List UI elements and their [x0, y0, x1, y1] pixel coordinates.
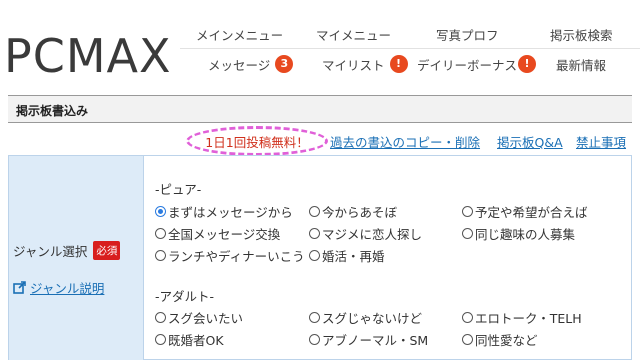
- nav-messages-label: メッセージ: [208, 57, 271, 73]
- option-label: 同性愛など: [475, 333, 538, 348]
- genre-help-link[interactable]: ジャンル説明: [13, 278, 104, 297]
- nav-latest-info[interactable]: 最新情報: [556, 55, 606, 74]
- genre-help-text: ジャンル説明: [30, 281, 105, 296]
- genre-option[interactable]: マジメに恋人探し: [309, 224, 422, 243]
- radio-button[interactable]: [462, 312, 473, 323]
- nav-main-menu[interactable]: メインメニュー: [196, 25, 283, 44]
- genre-option[interactable]: まずはメッセージから: [155, 202, 293, 221]
- option-label: マジメに恋人探し: [322, 227, 423, 242]
- genre-option[interactable]: 今からあそぼ: [309, 202, 397, 221]
- option-label: スグ会いたい: [168, 311, 244, 326]
- nav-messages[interactable]: メッセージ 3: [208, 55, 294, 74]
- radio-button[interactable]: [309, 206, 320, 217]
- nav-daily-bonus-label: デイリーボーナス: [417, 57, 518, 73]
- option-label: スグじゃないけど: [322, 311, 423, 326]
- nav-row-secondary: メッセージ 3 マイリスト ! デイリーボーナス ! 最新情報: [180, 52, 640, 76]
- radio-button-checked[interactable]: [155, 206, 166, 217]
- option-label: 今からあそぼ: [322, 205, 398, 220]
- mylist-alert-badge: !: [389, 55, 408, 73]
- genre-option[interactable]: スグ会いたい: [155, 308, 243, 327]
- radio-button[interactable]: [309, 312, 320, 323]
- option-label: ランチやディナーいこう: [168, 249, 305, 264]
- genre-option[interactable]: ランチやディナーいこう: [155, 246, 305, 265]
- daily-bonus-alert-badge: !: [518, 55, 537, 73]
- section-title: 掲示板書込み: [16, 104, 89, 118]
- option-label: まずはメッセージから: [168, 205, 293, 220]
- radio-button[interactable]: [309, 250, 320, 261]
- radio-button[interactable]: [155, 250, 166, 261]
- nav-photo-profile[interactable]: 写真プロフ: [436, 25, 499, 44]
- nav-board-search[interactable]: 掲示板検索: [550, 25, 613, 44]
- free-post-note-text: 1日1回投稿無料！: [205, 134, 309, 150]
- nav-row-primary: メインメニュー マイメニュー 写真プロフ 掲示板検索: [180, 22, 640, 46]
- genre-select-text: ジャンル選択: [13, 244, 88, 259]
- top-navigation: メインメニュー マイメニュー 写真プロフ 掲示板検索 メッセージ 3 マイリスト…: [180, 18, 640, 78]
- genre-option[interactable]: 既婚者OK: [155, 330, 224, 349]
- pcmax-logo-mark: PCMAX: [4, 29, 171, 83]
- genre-option[interactable]: アブノーマル・SM: [309, 330, 428, 349]
- nav-mylist-label: マイリスト: [322, 57, 385, 73]
- option-label: 既婚者OK: [168, 333, 224, 348]
- radio-button[interactable]: [155, 312, 166, 323]
- genre-option[interactable]: 同性愛など: [462, 330, 538, 349]
- nav-mylist[interactable]: マイリスト !: [322, 55, 408, 74]
- genre-option[interactable]: 婚活・再婚: [309, 246, 385, 265]
- genre-select-label: ジャンル選択 必須: [13, 241, 121, 260]
- radio-button[interactable]: [155, 334, 166, 345]
- messages-count-badge: 3: [275, 55, 294, 73]
- radio-button[interactable]: [462, 206, 473, 217]
- pure-group-heading: -ピュア-: [155, 182, 202, 197]
- form-label-column: ジャンル選択 必須 ジャンル説明: [9, 156, 144, 360]
- genre-option[interactable]: 全国メッセージ交換: [155, 224, 280, 243]
- prohibited-items-link[interactable]: 禁止事項: [576, 132, 626, 151]
- external-link-icon: [13, 281, 26, 294]
- radio-button[interactable]: [155, 228, 166, 239]
- option-label: 予定や希望が合えば: [475, 205, 588, 220]
- option-label: 婚活・再婚: [322, 249, 385, 264]
- option-label: エロトーク・TELH: [475, 311, 582, 326]
- past-posts-copy-delete-link[interactable]: 過去の書込のコピー・削除: [330, 132, 480, 151]
- board-qa-link[interactable]: 掲示板Q&A: [497, 132, 563, 151]
- genre-option[interactable]: エロトーク・TELH: [462, 308, 582, 327]
- genre-option[interactable]: スグじゃないけど: [309, 308, 422, 327]
- genre-option[interactable]: 同じ趣味の人募集: [462, 224, 575, 243]
- option-label: アブノーマル・SM: [322, 333, 429, 348]
- radio-button[interactable]: [309, 228, 320, 239]
- radio-button[interactable]: [462, 228, 473, 239]
- logo-text: PCMAX: [4, 30, 170, 78]
- radio-button[interactable]: [462, 334, 473, 345]
- required-badge: 必須: [93, 241, 121, 260]
- genre-option[interactable]: 予定や希望が合えば: [462, 202, 588, 221]
- option-label: 全国メッセージ交換: [168, 227, 281, 242]
- option-label: 同じ趣味の人募集: [475, 227, 576, 242]
- nav-daily-bonus[interactable]: デイリーボーナス !: [417, 55, 537, 74]
- nav-divider: [180, 48, 640, 49]
- genre-form: ジャンル選択 必須 ジャンル説明 -ピュア- まずはメッセージから 今からあそぼ…: [8, 155, 632, 360]
- free-post-note: 1日1回投稿無料！: [186, 126, 328, 156]
- pcmax-logo[interactable]: PCMAX: [4, 29, 171, 83]
- section-header: 掲示板書込み: [8, 95, 632, 123]
- nav-my-menu[interactable]: マイメニュー: [316, 25, 391, 44]
- adult-group-heading: -アダルト-: [155, 289, 215, 304]
- radio-button[interactable]: [309, 334, 320, 345]
